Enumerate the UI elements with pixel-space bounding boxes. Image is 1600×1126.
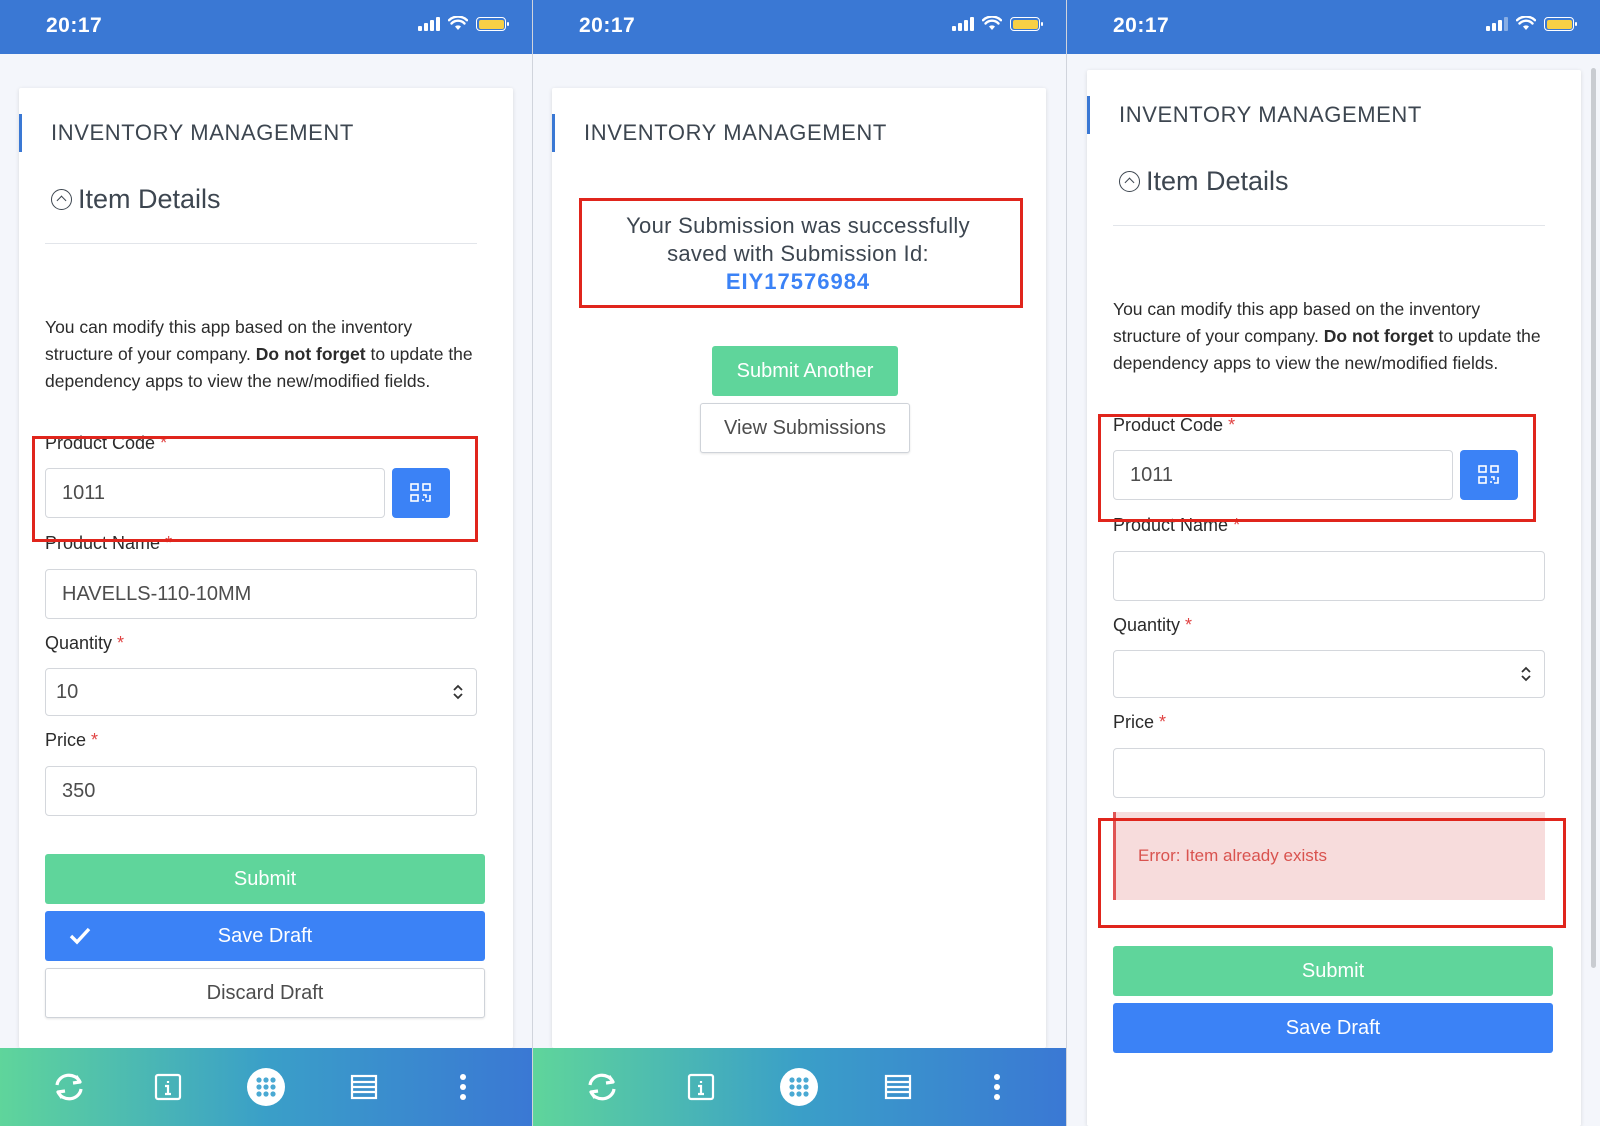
more-vertical-icon[interactable] (975, 1065, 1019, 1109)
list-icon[interactable] (342, 1065, 386, 1109)
status-icons (418, 16, 509, 31)
status-icons (952, 16, 1043, 31)
title-accent-bar (552, 114, 555, 152)
section-header-item-details[interactable]: Item Details (1119, 166, 1289, 197)
title-accent-bar (1087, 96, 1090, 134)
highlight-box-product-code (1098, 414, 1536, 522)
submit-button[interactable]: Submit (1113, 946, 1553, 996)
signal-icon (952, 17, 974, 31)
submit-another-button[interactable]: Submit Another (712, 346, 898, 396)
signal-icon (1486, 17, 1508, 31)
product-name-input[interactable] (1113, 551, 1545, 601)
apps-grid-icon[interactable] (244, 1065, 288, 1109)
app-title: INVENTORY MANAGEMENT (51, 120, 354, 145)
scrollbar[interactable] (1591, 68, 1596, 968)
divider (1113, 225, 1545, 226)
screen-form-error: 20:17 INVENTORY MANAGEMENT Item Details … (1067, 0, 1600, 1126)
signal-icon (418, 17, 440, 31)
section-title: Item Details (78, 184, 221, 214)
quantity-select[interactable] (1113, 650, 1545, 698)
quantity-select[interactable]: 10 (45, 668, 477, 716)
collapse-chevron-icon (51, 189, 72, 210)
screen-form-filled: 20:17 INVENTORY MANAGEMENT Item Details … (0, 0, 532, 1126)
collapse-chevron-icon (1119, 171, 1140, 192)
save-draft-button[interactable]: Save Draft (45, 911, 485, 961)
status-bar: 20:17 (0, 0, 532, 54)
status-time: 20:17 (46, 14, 103, 37)
apps-grid-icon[interactable] (777, 1065, 821, 1109)
form-description: You can modify this app based on the inv… (45, 317, 473, 391)
form-description: You can modify this app based on the inv… (1113, 299, 1541, 373)
view-submissions-button[interactable]: View Submissions (700, 403, 910, 453)
price-input[interactable] (1113, 748, 1545, 798)
wifi-icon (982, 16, 1002, 30)
battery-icon (476, 17, 509, 31)
status-bar: 20:17 (1067, 0, 1600, 54)
form-card: INVENTORY MANAGEMENT Item Details You ca… (1087, 70, 1581, 1126)
wifi-icon (1516, 16, 1536, 30)
quantity-label: Quantity * (45, 633, 125, 653)
sync-icon[interactable] (580, 1065, 624, 1109)
app-title: INVENTORY MANAGEMENT (584, 120, 887, 145)
sync-icon[interactable] (47, 1065, 91, 1109)
select-updown-icon (453, 684, 463, 700)
highlight-box-error (1098, 818, 1566, 928)
price-label: Price * (1113, 712, 1167, 732)
save-draft-button[interactable]: Save Draft (1113, 1003, 1553, 1053)
checkmark-icon (69, 927, 91, 945)
bottom-nav-bar (533, 1048, 1066, 1126)
battery-icon (1010, 17, 1043, 31)
app-title: INVENTORY MANAGEMENT (1119, 102, 1422, 127)
status-bar: 20:17 (533, 0, 1066, 54)
highlight-box-product-code (32, 436, 478, 542)
list-icon[interactable] (876, 1065, 920, 1109)
price-input[interactable]: 350 (45, 766, 477, 816)
info-icon[interactable] (146, 1065, 190, 1109)
bottom-nav-bar (0, 1048, 532, 1126)
section-title: Item Details (1146, 166, 1289, 196)
status-time: 20:17 (1113, 14, 1170, 37)
three-phone-screens: 20:17 INVENTORY MANAGEMENT Item Details … (0, 0, 1600, 1126)
screen-submission-success: 20:17 INVENTORY MANAGEMENT Your Submissi… (533, 0, 1066, 1126)
submit-button[interactable]: Submit (45, 854, 485, 904)
quantity-label: Quantity * (1113, 615, 1193, 635)
status-time: 20:17 (579, 14, 636, 37)
more-vertical-icon[interactable] (441, 1065, 485, 1109)
info-icon[interactable] (679, 1065, 723, 1109)
title-accent-bar (19, 114, 22, 152)
status-icons (1486, 16, 1577, 31)
product-name-input[interactable]: HAVELLS-110-10MM (45, 569, 477, 619)
battery-icon (1544, 17, 1577, 31)
wifi-icon (448, 16, 468, 30)
divider (45, 243, 477, 244)
section-header-item-details[interactable]: Item Details (51, 184, 221, 215)
discard-draft-button[interactable]: Discard Draft (45, 968, 485, 1018)
form-card: INVENTORY MANAGEMENT Item Details You ca… (19, 88, 513, 1048)
highlight-box-success (579, 198, 1023, 308)
price-label: Price * (45, 730, 99, 750)
select-updown-icon (1521, 666, 1531, 682)
